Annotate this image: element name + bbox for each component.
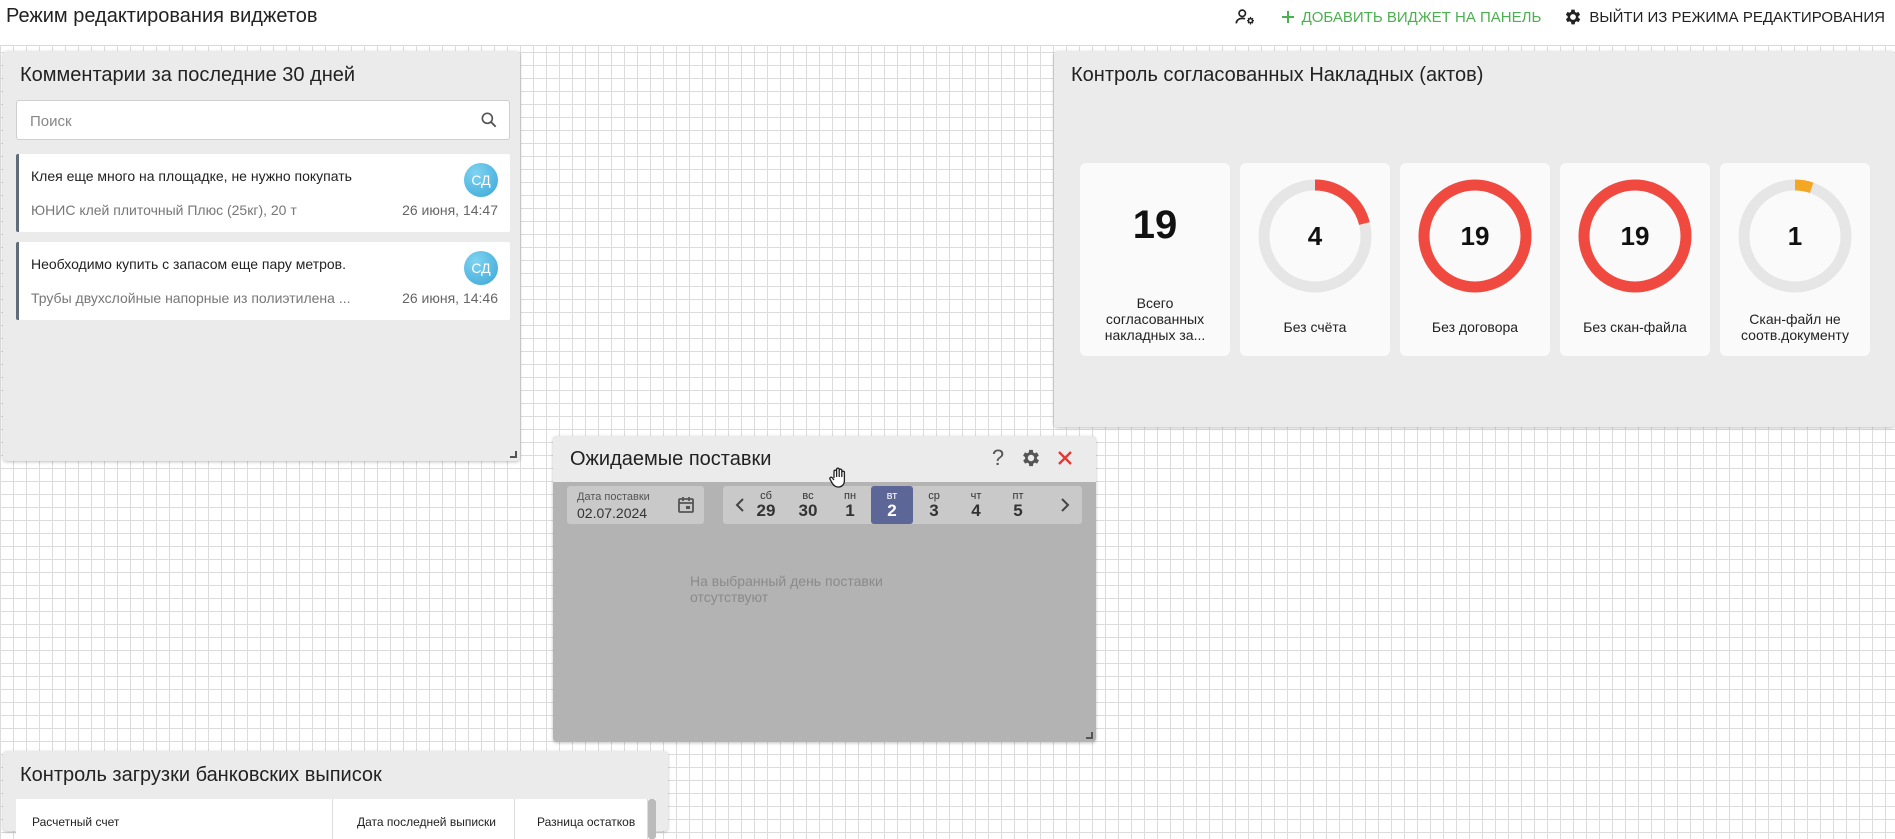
search-input[interactable]	[28, 101, 472, 141]
kpi-no-invoice-card[interactable]: 4 Без счёта	[1240, 163, 1390, 356]
grab-cursor-icon	[829, 467, 846, 488]
settings-button[interactable]	[1019, 446, 1043, 470]
day-number: 5	[1013, 501, 1023, 520]
comment-item[interactable]: Необходимо купить с запасом еще пару мет…	[16, 242, 510, 320]
kpi-scan-mismatch-card[interactable]: 1 Скан-файл не соотв.документу	[1720, 163, 1870, 356]
help-icon: ?	[992, 447, 1004, 469]
day-strip: сб 29 вс 30 пн 1 вт 2 ср 3 чт 4 пт 5	[723, 486, 1082, 524]
column-header-balance-diff[interactable]: Разница остатков	[515, 799, 648, 839]
comment-subject: Трубы двухслойные напорные из полиэтилен…	[31, 290, 351, 306]
day-item-selected[interactable]: вт 2	[871, 486, 913, 524]
column-header-label: Дата последней выписки	[357, 815, 496, 829]
kpi-total-label: Всего согласованных накладных за...	[1104, 295, 1206, 343]
day-item[interactable]: пт 5	[997, 486, 1039, 524]
delivery-date-field[interactable]: Дата поставки 02.07.2024	[567, 486, 704, 524]
day-item[interactable]: чт 4	[955, 486, 997, 524]
invoices-widget[interactable]: Контроль согласованных Накладных (актов)…	[1054, 51, 1895, 427]
delivery-date-label: Дата поставки	[577, 491, 650, 503]
comment-item[interactable]: Клея еще много на площадке, не нужно пок…	[16, 154, 510, 232]
comments-widget-title: Комментарии за последние 30 дней	[20, 64, 356, 86]
kpi-no-scan-value: 19	[1620, 220, 1650, 251]
exit-edit-mode-label: ВЫЙТИ ИЗ РЕЖИМА РЕДАКТИРОВАНИЯ	[1589, 8, 1885, 26]
comment-text: Необходимо купить с запасом еще пару мет…	[31, 256, 347, 272]
search-icon[interactable]	[479, 110, 499, 130]
day-item[interactable]: вс 30	[787, 486, 829, 524]
day-number: 30	[798, 501, 818, 520]
column-header-account[interactable]: Расчетный счет	[16, 799, 333, 839]
kpi-no-contract-card[interactable]: 19 Без договора	[1400, 163, 1550, 356]
day-number: 2	[887, 501, 897, 520]
chevron-right-icon[interactable]	[1055, 495, 1075, 515]
kpi-no-contract-label: Без договора	[1431, 319, 1519, 335]
avatar: СД	[464, 251, 498, 285]
plus-icon	[1281, 11, 1294, 23]
help-button[interactable]: ?	[986, 446, 1010, 470]
calendar-icon[interactable]	[676, 495, 696, 515]
search-box	[16, 100, 510, 141]
close-button[interactable]	[1053, 446, 1077, 470]
comment-date: 26 июня, 14:47	[402, 202, 498, 218]
day-item[interactable]: сб 29	[745, 486, 787, 524]
deliveries-widget[interactable]: Ожидаемые поставки ? Дата поставки 02.07…	[553, 436, 1096, 742]
resize-handle[interactable]	[1086, 732, 1093, 739]
svg-text:?: ?	[992, 447, 1004, 469]
close-icon	[1058, 451, 1072, 465]
empty-message: На выбранный день поставки отсутствуют	[690, 573, 883, 605]
column-header-last-statement[interactable]: Дата последней выписки	[333, 799, 515, 839]
add-widget-label: ДОБАВИТЬ ВИДЖЕТ НА ПАНЕЛЬ	[1301, 8, 1542, 26]
kpi-total-value: 19	[1132, 203, 1178, 247]
day-number: 29	[756, 501, 776, 520]
column-header-label: Разница остатков	[537, 815, 636, 829]
toolbar: ДОБАВИТЬ ВИДЖЕТ НА ПАНЕЛЬ ВЫЙТИ ИЗ РЕЖИМ…	[1232, 4, 1885, 30]
kpi-no-invoice-value: 4	[1307, 220, 1323, 251]
kpi-no-contract-value: 19	[1460, 220, 1490, 251]
comment-subject: ЮНИС клей плиточный Плюс (25кг), 20 т	[31, 202, 297, 218]
user-settings-button[interactable]	[1232, 4, 1258, 30]
comment-text: Клея еще много на площадке, не нужно пок…	[31, 168, 352, 184]
bank-statements-widget[interactable]: Контроль загрузки банковских выписок Рас…	[3, 751, 668, 839]
gear-icon	[1023, 449, 1039, 467]
day-number: 1	[845, 501, 855, 520]
day-number: 3	[929, 501, 939, 520]
comments-widget[interactable]: Комментарии за последние 30 дней Клея ещ…	[3, 51, 520, 461]
add-widget-button[interactable]: ДОБАВИТЬ ВИДЖЕТ НА ПАНЕЛЬ	[1280, 8, 1542, 26]
widget-header[interactable]: Ожидаемые поставки ?	[553, 436, 1096, 482]
avatar: СД	[464, 163, 498, 197]
kpi-total-card[interactable]: 19 Всего согласованных накладных за...	[1080, 163, 1230, 356]
invoices-widget-title: Контроль согласованных Накладных (актов)	[1071, 64, 1484, 86]
page-title: Режим редактирования виджетов	[6, 5, 318, 27]
top-bar: Режим редактирования виджетов ДОБАВИТЬ В…	[0, 0, 1895, 46]
bank-widget-title: Контроль загрузки банковских выписок	[20, 764, 382, 786]
scrollbar[interactable]	[648, 799, 656, 839]
kpi-no-scan-label: Без скан-файла	[1583, 319, 1687, 335]
user-settings-icon	[1235, 9, 1254, 25]
kpi-no-invoice-label: Без счёта	[1283, 319, 1347, 335]
kpi-scan-mismatch-value: 1	[1787, 220, 1803, 251]
exit-edit-mode-button[interactable]: ВЫЙТИ ИЗ РЕЖИМА РЕДАКТИРОВАНИЯ	[1563, 7, 1885, 27]
resize-handle[interactable]	[510, 451, 517, 458]
gear-icon	[1566, 9, 1581, 25]
day-item[interactable]: пн 1	[829, 486, 871, 524]
deliveries-widget-title: Ожидаемые поставки	[570, 448, 772, 470]
day-number: 4	[971, 501, 981, 520]
delivery-date-value: 02.07.2024	[577, 505, 648, 521]
kpi-no-scan-card[interactable]: 19 Без скан-файла	[1560, 163, 1710, 356]
kpi-scan-mismatch-label: Скан-файл не соотв.документу	[1741, 311, 1849, 343]
comment-date: 26 июня, 14:46	[402, 290, 498, 306]
day-item[interactable]: ср 3	[913, 486, 955, 524]
column-header-label: Расчетный счет	[32, 815, 120, 829]
bank-table: Расчетный счет Дата последней выписки Ра…	[16, 799, 656, 839]
